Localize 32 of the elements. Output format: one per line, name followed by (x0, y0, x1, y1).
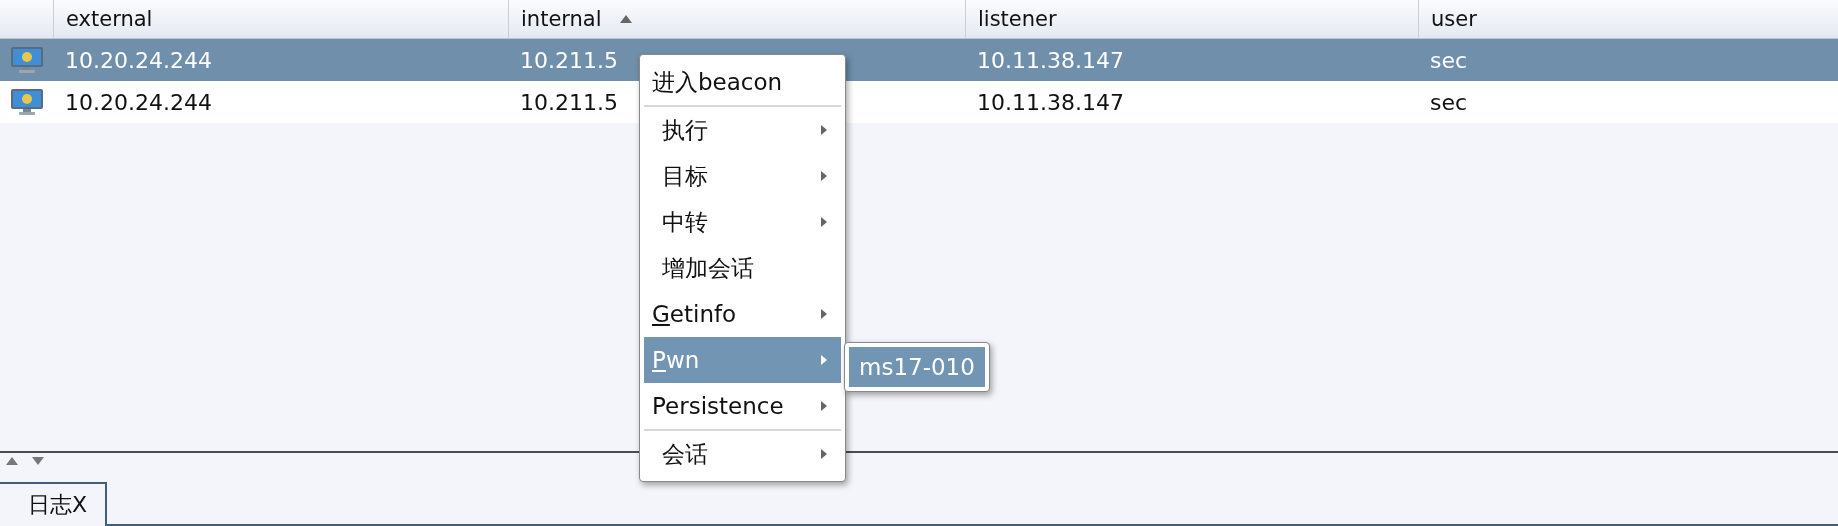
table-cell: 10.11.38.147 (977, 47, 1124, 73)
table-cell: 10.11.38.147 (977, 89, 1124, 115)
menu-item[interactable]: 目标 (644, 153, 841, 199)
menu-item[interactable]: Getinfo (644, 291, 841, 337)
menu-item[interactable]: Persistence (644, 383, 841, 431)
submenu-arrow-icon (821, 125, 827, 135)
submenu-arrow-icon (821, 217, 827, 227)
table-cell: sec (1430, 89, 1468, 115)
menu-item[interactable]: 中转 (644, 199, 841, 245)
column-header[interactable]: internal (521, 7, 602, 31)
menu-item[interactable]: 进入beacon (644, 59, 841, 107)
collapse-up-icon (6, 457, 18, 465)
monitor-icon (9, 46, 44, 74)
submenu-arrow-icon (821, 171, 827, 181)
monitor-icon (9, 88, 44, 116)
tab[interactable]: 日志X (0, 482, 108, 526)
sort-ascending-icon (619, 15, 632, 23)
column-header[interactable]: external (66, 7, 153, 31)
table-cell: 10.20.24.244 (65, 47, 212, 73)
table-cell: 10.211.5 (520, 89, 618, 115)
menu-item[interactable]: 会话 (644, 431, 841, 477)
submenu-arrow-icon (821, 449, 827, 459)
expand-down-icon (32, 457, 44, 465)
table-cell: 10.20.24.244 (65, 89, 212, 115)
table-cell: 10.211.5 (520, 47, 618, 73)
column-header[interactable]: listener (978, 7, 1057, 31)
menu-item[interactable]: 增加会话 (644, 245, 841, 291)
column-header[interactable]: user (1431, 7, 1477, 31)
submenu-arrow-icon (821, 309, 827, 319)
table-cell: sec (1430, 47, 1468, 73)
submenu-arrow-icon (821, 355, 827, 365)
submenu-arrow-icon (821, 401, 827, 411)
